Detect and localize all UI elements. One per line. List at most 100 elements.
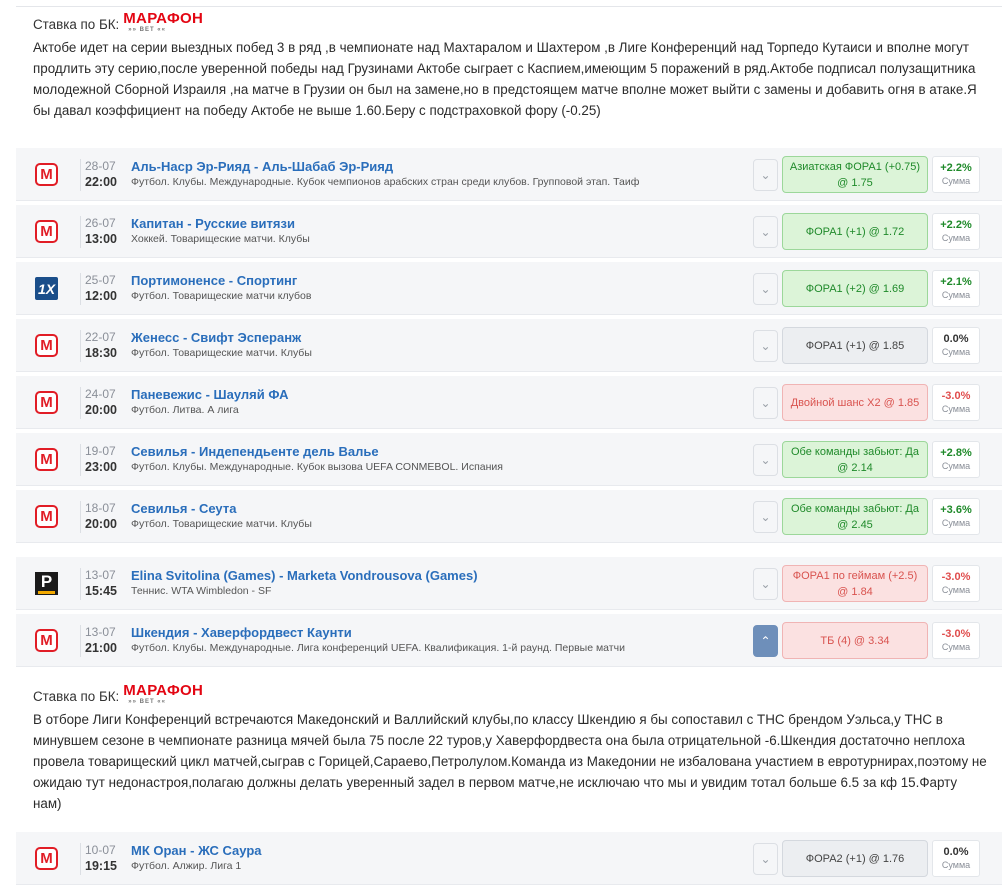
bet-row[interactable]: M 13-07 21:00 Шкендия - Хаверфордвест Каунт… (16, 614, 1002, 667)
chevron-down-icon: ⌄ (760, 510, 771, 524)
match-date: 10-07 (85, 843, 116, 857)
result-percent: -3.0% (941, 390, 971, 402)
league-name: Футбол. Алжир. Лига 1 (131, 860, 242, 872)
marathon-bet-logo[interactable]: МАРАФОН »» BET «« (123, 683, 203, 705)
bet-pick: ФОРА1 (+1) @ 1.85 (782, 327, 928, 364)
bet-row[interactable]: M 10-07 19:15 МК Оран - ЖС Саура Футбол. Алж… (16, 832, 1002, 885)
marathon-logo-icon: M (35, 629, 58, 652)
bookmaker-logo[interactable]: M (35, 448, 58, 471)
result-label: Сумма (941, 860, 971, 870)
bet-result: +2.8% Сумма (932, 441, 980, 478)
result-percent: 0.0% (943, 333, 969, 345)
match-info: Аль-Наср Эр-Рияд - Аль-Шабаб Эр-Рияд Футб… (131, 159, 731, 190)
result-label: Сумма (941, 461, 971, 471)
bet-result: 0.0% Сумма (932, 327, 980, 364)
result-percent: +3.6% (940, 504, 972, 516)
bookmaker-logo[interactable]: M (35, 505, 58, 528)
bet-row[interactable]: M 22-07 18:30 Женесс - Свифт Эсперанж Футбол… (16, 319, 1002, 372)
match-time: 18:30 (85, 346, 117, 360)
bet-row[interactable]: P 13-07 15:45 Elina Svitolina (Games) - Mar… (16, 557, 1002, 610)
match-date: 26-07 (85, 216, 116, 230)
match-title-link[interactable]: Севилья - Сеута (131, 501, 731, 517)
bookmaker-logo[interactable]: M (35, 391, 58, 414)
expand-toggle-button[interactable]: ⌄ (753, 216, 778, 248)
expand-toggle-button[interactable]: ⌄ (753, 273, 778, 305)
expand-toggle-button[interactable]: ⌄ (753, 159, 778, 191)
bookmaker-logo[interactable]: 1X (35, 277, 58, 300)
chevron-down-icon: ⌄ (760, 282, 771, 296)
chevron-up-icon: ⌃ (760, 634, 771, 648)
result-percent: +2.2% (940, 219, 972, 231)
match-title-link[interactable]: Elina Svitolina (Games) - Marketa Vondro… (131, 568, 731, 584)
bet-row[interactable]: M 24-07 20:00 Паневежис - Шауляй ФА Футбол. … (16, 376, 1002, 429)
bet-row[interactable]: M 19-07 23:00 Севилья - Индепендьенте дель … (16, 433, 1002, 486)
match-time: 13:00 (85, 232, 117, 246)
note-header: Ставка по БК: МАРАФОН »» BET «« (33, 11, 988, 35)
result-label: Сумма (941, 347, 971, 357)
bets-feed: Ставка по БК: МАРАФОН »» BET «« Актобе и… (0, 0, 1002, 888)
bet-result: +2.2% Сумма (932, 213, 980, 250)
bookmaker-logo[interactable]: P (35, 572, 58, 595)
match-title-link[interactable]: Женесс - Свифт Эсперанж (131, 330, 731, 346)
match-time: 21:00 (85, 641, 117, 655)
league-name: Футбол. Клубы. Международные. Кубок чемп… (131, 176, 640, 188)
result-label: Сумма (941, 585, 971, 595)
bookmaker-logo[interactable]: M (35, 334, 58, 357)
match-datetime: 28-07 22:00 (80, 159, 125, 191)
marathon-logo-icon: M (35, 847, 58, 870)
match-date: 28-07 (85, 159, 116, 173)
expand-toggle-button[interactable]: ⌄ (753, 444, 778, 476)
bet-row[interactable]: M 26-07 13:00 Капитан - Русские витязи Хокке… (16, 205, 1002, 258)
bet-result: -3.0% Сумма (932, 622, 980, 659)
match-datetime: 24-07 20:00 (80, 387, 125, 419)
bet-row[interactable]: 1X 25-07 12:00 Портимоненсе - Спортинг Футбо… (16, 262, 1002, 315)
chevron-down-icon: ⌄ (760, 577, 771, 591)
expand-toggle-button[interactable]: ⌄ (753, 843, 778, 875)
match-title-link[interactable]: Шкендия - Хаверфордвест Каунти (131, 625, 731, 641)
bookmaker-logo[interactable]: M (35, 220, 58, 243)
note-prefix: Ставка по БК: (33, 17, 120, 32)
match-datetime: 26-07 13:00 (80, 216, 125, 248)
result-label: Сумма (941, 176, 971, 186)
marathon-logo-icon: M (35, 505, 58, 528)
match-date: 13-07 (85, 568, 116, 582)
bet-result: -3.0% Сумма (932, 565, 980, 602)
bet-description: Ставка по БК: МАРАФОН »» BET «« В отборе… (33, 683, 988, 814)
expand-toggle-button[interactable]: ⌄ (753, 330, 778, 362)
marathon-bet-logo[interactable]: МАРАФОН »» BET «« (123, 11, 203, 33)
bet-result: 0.0% Сумма (932, 840, 980, 877)
bet-row[interactable]: M 28-07 22:00 Аль-Наср Эр-Рияд - Аль-Шабаб … (16, 148, 1002, 201)
match-info: Шкендия - Хаверфордвест Каунти Футбол. Кл… (131, 625, 731, 656)
match-title-link[interactable]: Аль-Наср Эр-Рияд - Аль-Шабаб Эр-Рияд (131, 159, 731, 175)
bet-row[interactable]: M 18-07 20:00 Севилья - Сеута Футбол. Товари… (16, 490, 1002, 543)
bet-pick: Обе команды забьют: Да @ 2.45 (782, 498, 928, 535)
expand-toggle-button[interactable]: ⌄ (753, 387, 778, 419)
match-info: Паневежис - Шауляй ФА Футбол. Литва. А ли… (131, 387, 731, 418)
chevron-down-icon: ⌄ (760, 339, 771, 353)
match-title-link[interactable]: Портимоненсе - Спортинг (131, 273, 731, 289)
league-name: Футбол. Литва. А лига (131, 404, 239, 416)
match-title-link[interactable]: Капитан - Русские витязи (131, 216, 731, 232)
bookmaker-logo[interactable]: M (35, 163, 58, 186)
match-info: МК Оран - ЖС Саура Футбол. Алжир. Лига 1 (131, 843, 731, 874)
match-title-link[interactable]: Севилья - Индепендьенте дель Валье (131, 444, 731, 460)
bookmaker-logo[interactable]: M (35, 847, 58, 870)
bookmaker-logo[interactable]: M (35, 629, 58, 652)
match-time: 20:00 (85, 403, 117, 417)
league-name: Футбол. Товарищеские матчи клубов (131, 290, 312, 302)
expand-toggle-button[interactable]: ⌄ (753, 501, 778, 533)
match-date: 25-07 (85, 273, 116, 287)
match-datetime: 13-07 21:00 (80, 625, 125, 657)
match-time: 15:45 (85, 584, 117, 598)
divider (16, 6, 1002, 7)
match-title-link[interactable]: Паневежис - Шауляй ФА (131, 387, 731, 403)
chevron-down-icon: ⌄ (760, 453, 771, 467)
match-title-link[interactable]: МК Оран - ЖС Саура (131, 843, 731, 859)
bet-pick: ТБ (4) @ 3.34 (782, 622, 928, 659)
expand-toggle-button[interactable]: ⌃ (753, 625, 778, 657)
expand-toggle-button[interactable]: ⌄ (753, 568, 778, 600)
result-label: Сумма (941, 404, 971, 414)
match-info: Elina Svitolina (Games) - Marketa Vondro… (131, 568, 731, 599)
marathon-logo-icon: M (35, 391, 58, 414)
result-percent: 0.0% (943, 846, 969, 858)
